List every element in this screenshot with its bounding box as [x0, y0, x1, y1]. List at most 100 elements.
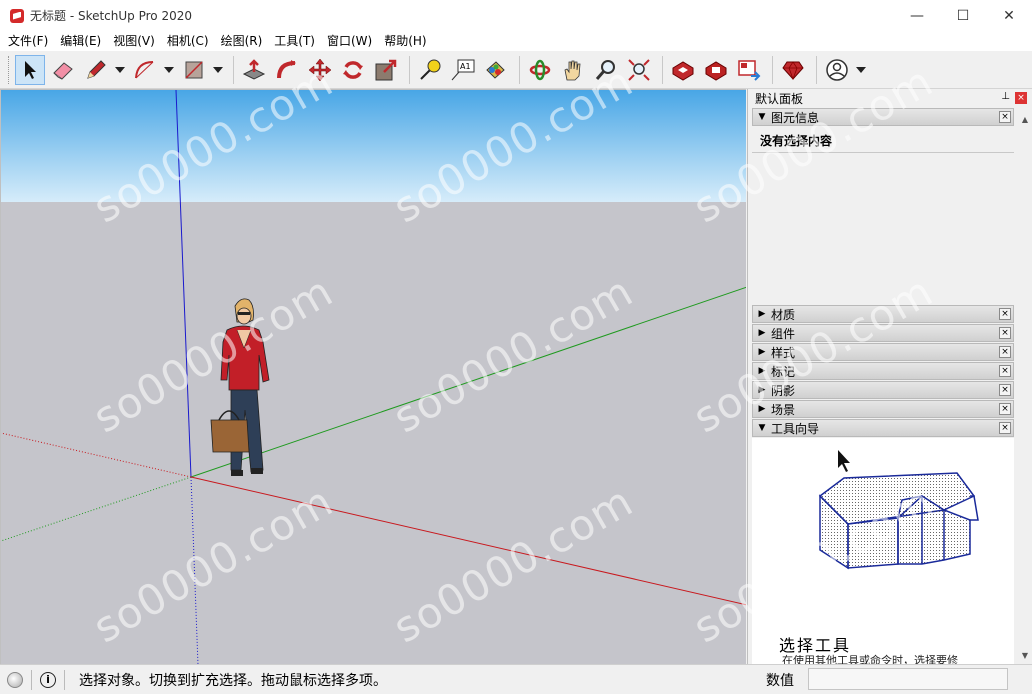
tray-close-button[interactable]: × [999, 403, 1011, 415]
scroll-up-icon[interactable]: ▲ [1018, 113, 1032, 127]
text-tool-button[interactable]: A1 [448, 55, 478, 85]
layout-button[interactable] [734, 55, 764, 85]
collapsed-triangle-icon: ▶ [758, 404, 766, 414]
svg-text:A1: A1 [460, 62, 471, 71]
menu-view[interactable]: 视图(V) [107, 31, 161, 51]
follow-me-tool-button[interactable] [272, 55, 302, 85]
collapsed-triangle-icon: ▶ [758, 309, 766, 319]
red-axis-negative [1, 432, 192, 478]
scale-tool-button[interactable] [371, 55, 401, 85]
move-tool-button[interactable] [305, 55, 335, 85]
pan-tool-button[interactable] [558, 55, 588, 85]
tray-materials[interactable]: ▶ 材质 × [752, 305, 1014, 323]
arc-tool-button[interactable] [130, 55, 160, 85]
toolbar-separator [409, 55, 410, 84]
menu-help[interactable]: 帮助(H) [378, 31, 432, 51]
green-axis-positive [190, 286, 746, 478]
tray-instructor[interactable]: ▼ 工具向导 × [752, 419, 1014, 437]
toolbar-grip[interactable] [8, 55, 11, 84]
panel-title-bar: 默认面板 ⊥ × [748, 89, 1032, 107]
status-separator [31, 669, 32, 690]
menu-file[interactable]: 文件(F) [2, 31, 54, 51]
arc-dropdown[interactable] [163, 55, 175, 85]
tray-styles[interactable]: ▶ 样式 × [752, 343, 1014, 361]
main-toolbar: A1 [0, 51, 1032, 89]
tray-entity-info[interactable]: ▼ 图元信息 × [752, 108, 1014, 126]
paint-bucket-tool-button[interactable] [481, 55, 511, 85]
orbit-icon [529, 59, 551, 80]
instructor-description: 在使用其他工具或命令时，选择要修 [782, 654, 958, 664]
pencil-dropdown[interactable] [114, 55, 126, 85]
sketchup-logo-icon [10, 8, 24, 23]
tray-close-button[interactable]: × [999, 422, 1011, 434]
select-tool-button[interactable] [15, 54, 45, 85]
red-axis-positive [190, 476, 746, 606]
tray-label: 样式 [771, 345, 796, 360]
tray-close-button[interactable]: × [999, 327, 1011, 339]
model-viewport[interactable] [0, 89, 746, 664]
menu-draw[interactable]: 绘图(R) [215, 31, 269, 51]
collapsed-triangle-icon: ▶ [758, 366, 766, 376]
menu-tools[interactable]: 工具(T) [268, 31, 321, 51]
extension-warehouse-icon [705, 60, 727, 81]
tray-label: 工具向导 [771, 421, 820, 436]
3d-warehouse-button[interactable] [668, 55, 698, 85]
tray-shadows[interactable]: ▶ 阴影 × [752, 381, 1014, 399]
zoom-extents-tool-button[interactable] [624, 55, 654, 85]
menu-bar: 文件(F) 编辑(E) 视图(V) 相机(C) 绘图(R) 工具(T) 窗口(W… [0, 31, 1032, 51]
panel-title: 默认面板 [755, 91, 804, 106]
extension-warehouse-button[interactable] [701, 55, 731, 85]
tray-close-button[interactable]: × [999, 384, 1011, 396]
chevron-down-icon [164, 66, 174, 73]
rectangle-dropdown[interactable] [212, 55, 224, 85]
geolocation-icon[interactable] [7, 671, 23, 688]
ruby-icon [782, 60, 804, 80]
tray-close-button[interactable]: × [999, 111, 1011, 123]
menu-camera[interactable]: 相机(C) [161, 31, 215, 51]
account-dropdown[interactable] [855, 55, 867, 85]
rotate-icon [343, 60, 363, 79]
panel-close-button[interactable]: × [1015, 92, 1027, 104]
house-illustration [818, 450, 979, 570]
tray-scenes[interactable]: ▶ 场景 × [752, 400, 1014, 418]
account-button[interactable] [822, 55, 852, 85]
measurements-label: 数值 [766, 673, 794, 689]
scroll-down-icon[interactable]: ▼ [1018, 649, 1032, 663]
tray-tags[interactable]: ▶ 标记 × [752, 362, 1014, 380]
measurements-input[interactable] [808, 668, 1008, 690]
select-icon [25, 60, 36, 79]
toolbar-separator [233, 55, 234, 84]
eraser-tool-button[interactable] [48, 55, 78, 85]
tray-close-button[interactable]: × [999, 365, 1011, 377]
tray-label: 材质 [771, 307, 796, 322]
follow-me-icon [277, 59, 296, 78]
menu-window[interactable]: 窗口(W) [321, 31, 378, 51]
axes [1, 90, 746, 664]
rectangle-tool-button[interactable] [179, 55, 209, 85]
expanded-triangle-icon: ▼ [758, 423, 766, 433]
tape-measure-tool-button[interactable] [415, 55, 445, 85]
extension-manager-button[interactable] [778, 55, 808, 85]
menu-edit[interactable]: 编辑(E) [54, 31, 107, 51]
rotate-tool-button[interactable] [338, 55, 368, 85]
chevron-down-icon [856, 66, 866, 73]
panel-scrollbar[interactable]: ▲ ▼ [1018, 113, 1032, 663]
minimize-button[interactable]: — [894, 0, 940, 31]
orbit-tool-button[interactable] [525, 55, 555, 85]
person-figure [210, 298, 270, 476]
chevron-down-icon [213, 66, 223, 73]
push-pull-tool-button[interactable] [239, 55, 269, 85]
warehouse-icon [672, 60, 694, 81]
info-icon[interactable]: i [40, 671, 56, 688]
arc-icon [135, 60, 154, 78]
pin-icon[interactable]: ⊥ [1001, 91, 1010, 102]
close-button[interactable]: ✕ [986, 0, 1032, 31]
tray-close-button[interactable]: × [999, 308, 1011, 320]
pencil-tool-button[interactable] [81, 55, 111, 85]
tray-components[interactable]: ▶ 组件 × [752, 324, 1014, 342]
zoom-extents-icon [628, 58, 650, 81]
maximize-button[interactable]: ☐ [940, 0, 986, 31]
zoom-tool-button[interactable] [591, 55, 621, 85]
tray-close-button[interactable]: × [999, 346, 1011, 358]
paint-bucket-icon [486, 60, 505, 79]
